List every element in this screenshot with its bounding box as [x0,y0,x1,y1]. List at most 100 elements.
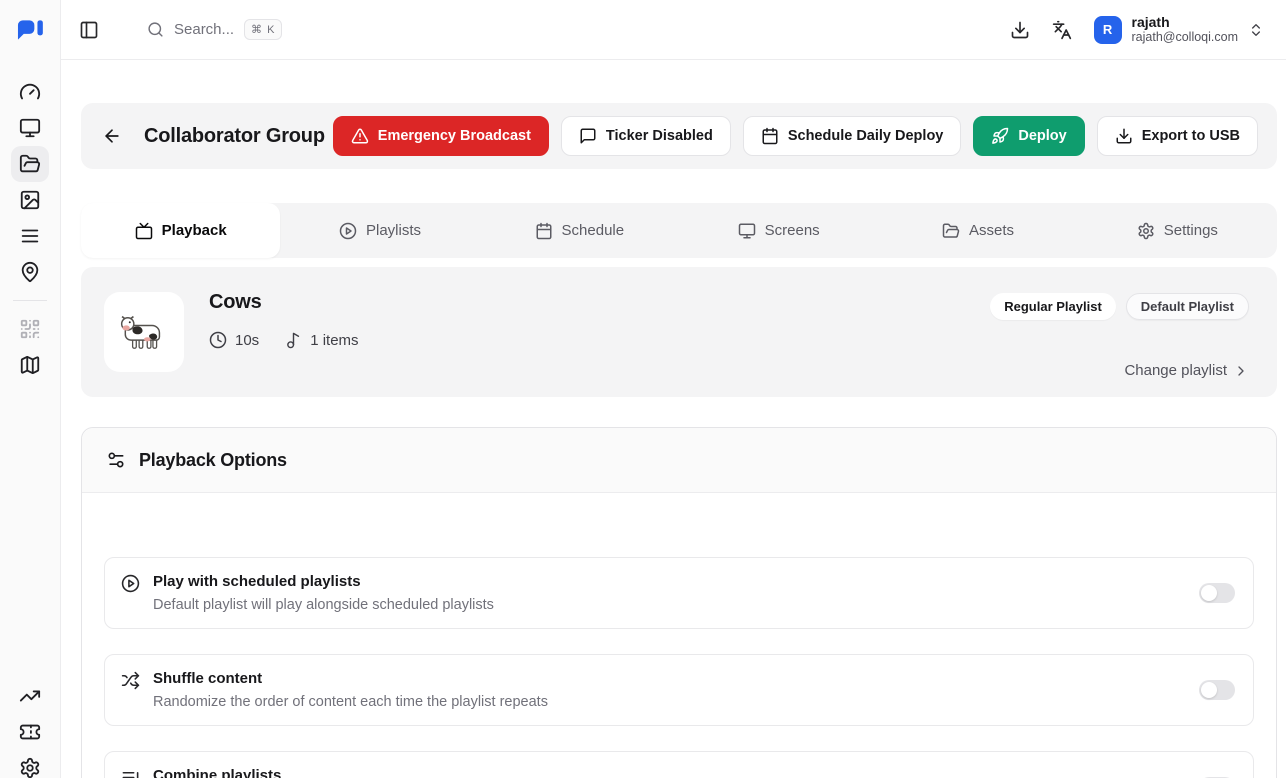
sidebar-item-assets[interactable] [11,182,49,218]
playlist-meta: 10s 1 items [209,331,359,349]
chevrons-up-down-icon [1248,22,1264,38]
tab-settings-label: Settings [1164,222,1218,239]
sidebar-item-settings[interactable] [11,750,49,778]
tab-bar: Playback Playlists Schedule Screens Asse… [81,203,1277,258]
sidebar-item-analytics[interactable] [11,678,49,714]
download-icon [1010,20,1030,40]
alert-triangle-icon [351,127,369,145]
gear-icon [19,757,41,778]
sidebar-item-map[interactable] [11,347,49,383]
sidebar-item-dashboard[interactable] [11,74,49,110]
language-button[interactable] [1052,20,1072,40]
tab-playlists[interactable]: Playlists [280,203,479,258]
sidebar-divider [13,300,47,301]
clock-icon [209,331,227,349]
search-placeholder: Search... [174,21,234,38]
tab-playback-label: Playback [162,222,227,239]
search-input[interactable]: Search... ⌘ K [147,19,282,40]
menu-icon [19,225,41,247]
app-root: Search... ⌘ K R rajath rajath@colloqi.co… [0,0,1286,778]
ticker-disabled-button[interactable]: Ticker Disabled [561,116,731,156]
tab-assets[interactable]: Assets [878,203,1077,258]
option-label: Play with scheduled playlists [153,573,494,590]
playback-options-card: Playback Options Play with scheduled pla… [81,427,1277,778]
emergency-broadcast-label: Emergency Broadcast [378,128,531,144]
sidebar-item-screens[interactable] [11,110,49,146]
schedule-daily-deploy-label: Schedule Daily Deploy [788,128,944,144]
topbar-right: R rajath rajath@colloqi.com [1010,14,1264,44]
user-meta: rajath rajath@colloqi.com [1132,14,1238,44]
tab-settings[interactable]: Settings [1078,203,1277,258]
monitor-icon [738,222,756,240]
avatar: R [1094,16,1122,44]
music-note-icon [285,332,302,349]
map-icon [19,354,41,376]
search-shortcut: ⌘ K [244,19,282,40]
sidebar-toggle-button[interactable] [79,20,99,40]
toggle-knob [1201,682,1217,698]
option-description: Default playlist will play alongside sch… [153,597,494,613]
page-header: Collaborator Group Emergency Broadcast T… [81,103,1277,169]
image-icon [19,189,41,211]
download-button[interactable] [1010,20,1030,40]
gauge-icon [19,81,41,103]
sidebar-item-locations[interactable] [11,254,49,290]
playback-options-title: Playback Options [139,450,287,471]
tab-screens[interactable]: Screens [679,203,878,258]
playlist-name: Cows [209,291,359,314]
monitor-icon [19,117,41,139]
sidebar-item-playlists[interactable] [11,218,49,254]
playlist-badges: Regular Playlist Default Playlist [990,293,1249,320]
playlist-duration: 10s [209,331,259,349]
sidebar-item-tickets[interactable] [11,714,49,750]
tab-playlists-label: Playlists [366,222,421,239]
page-content: Collaborator Group Emergency Broadcast T… [61,60,1286,778]
tab-schedule[interactable]: Schedule [480,203,679,258]
tv-icon [135,222,153,240]
ticket-icon [19,721,41,743]
app-logo[interactable] [0,0,60,60]
playlist-item-count: 1 items [285,332,358,349]
qr-code-icon [19,318,41,340]
sidebar-nav [11,74,49,383]
user-menu[interactable]: R rajath rajath@colloqi.com [1094,14,1264,44]
folder-open-icon [19,153,41,175]
header-actions: Emergency Broadcast Ticker Disabled Sche… [333,116,1258,156]
back-button[interactable] [94,118,130,154]
panel-left-icon [79,20,99,40]
playback-options-body: Play with scheduled playlists Default pl… [82,493,1276,778]
playlist-summary-card: Cows 10s 1 items Regular Playlist [81,267,1277,397]
toggle-shuffle-content[interactable] [1199,680,1235,700]
arrow-left-icon [102,126,122,146]
sidebar-item-qr-code[interactable] [11,311,49,347]
calendar-icon [761,127,779,145]
option-description: Randomize the order of content each time… [153,694,548,710]
sidebar-item-groups[interactable] [11,146,49,182]
playlist-item-count-value: 1 items [310,332,358,349]
calendar-icon [535,222,553,240]
export-to-usb-button[interactable]: Export to USB [1097,116,1258,156]
user-email: rajath@colloqi.com [1132,30,1238,44]
circle-play-icon [339,222,357,240]
sidebar-bottom [11,678,49,778]
option-combine-playlists: Combine playlists [104,751,1254,778]
sliders-icon [106,450,126,470]
message-square-icon [579,127,597,145]
change-playlist-link[interactable]: Change playlist [1124,362,1249,379]
main-area: Search... ⌘ K R rajath rajath@colloqi.co… [61,0,1286,778]
emergency-broadcast-button[interactable]: Emergency Broadcast [333,116,549,156]
option-play-with-scheduled: Play with scheduled playlists Default pl… [104,557,1254,629]
regular-playlist-badge: Regular Playlist [990,293,1116,320]
tab-schedule-label: Schedule [562,222,625,239]
toggle-play-with-scheduled[interactable] [1199,583,1235,603]
chevron-right-icon [1233,363,1249,379]
tab-playback[interactable]: Playback [81,203,280,258]
search-icon [147,21,164,38]
option-texts: Shuffle content Randomize the order of c… [153,670,548,710]
translate-icon [1052,20,1072,40]
sidebar [0,0,61,778]
schedule-daily-deploy-button[interactable]: Schedule Daily Deploy [743,116,962,156]
deploy-button[interactable]: Deploy [973,116,1084,156]
tab-assets-label: Assets [969,222,1014,239]
playlist-thumbnail [104,292,184,372]
